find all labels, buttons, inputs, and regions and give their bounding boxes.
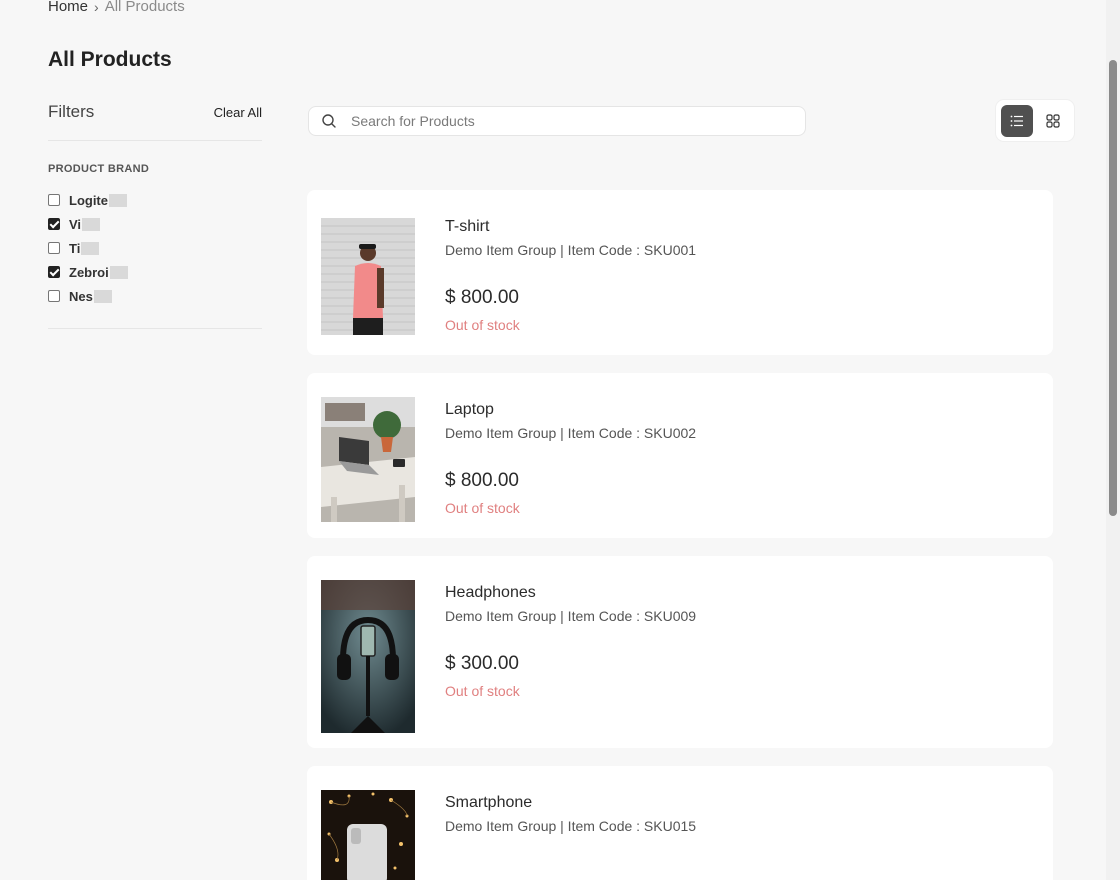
redaction-block: [82, 217, 101, 231]
stock-status: Out of stock: [445, 317, 520, 333]
product-meta: Demo Item Group | Item Code : SKU001: [445, 242, 697, 258]
clear-all-button[interactable]: Clear All: [214, 105, 262, 120]
filters-sidebar: Filters Clear All PRODUCT BRAND Logite V…: [48, 100, 262, 329]
brand-label: Logite: [69, 192, 108, 208]
product-card[interactable]: Smartphone Demo Item Group | Item Code :…: [307, 766, 1053, 880]
product-card[interactable]: T-shirt Demo Item Group | Item Code : SK…: [307, 190, 1053, 355]
grid-view-button[interactable]: [1037, 105, 1069, 137]
product-image[interactable]: [321, 790, 415, 880]
brand-checkbox[interactable]: [48, 290, 60, 302]
filters-title: Filters: [48, 102, 95, 121]
product-meta: Demo Item Group | Item Code : SKU015: [445, 818, 697, 834]
brand-checkbox[interactable]: [48, 194, 60, 206]
product-name[interactable]: Laptop: [445, 401, 696, 419]
product-info: Laptop Demo Item Group | Item Code : SKU…: [445, 401, 696, 516]
search-icon: [322, 114, 336, 128]
page-scrollbar[interactable]: [1106, 0, 1120, 880]
brand-label: Zebroi: [69, 264, 109, 280]
breadcrumb-current: All Products: [104, 0, 185, 15]
brand-filter-item[interactable]: Ti: [48, 236, 262, 260]
search-bar[interactable]: [308, 106, 806, 136]
page: Home › All Products All Products Filters…: [0, 0, 1120, 880]
brand-label: Nes: [69, 288, 93, 304]
brand-filter-item[interactable]: Zebroi: [48, 260, 262, 284]
grid-view-icon: [1046, 114, 1060, 128]
product-info: Smartphone Demo Item Group | Item Code :…: [445, 794, 696, 834]
product-meta: Demo Item Group | Item Code : SKU002: [445, 425, 697, 441]
brand-checkbox[interactable]: [48, 266, 60, 278]
brand-checkbox[interactable]: [48, 218, 60, 230]
divider: [48, 328, 262, 329]
redaction-block: [93, 289, 112, 303]
filters-header: Filters Clear All: [48, 100, 262, 124]
view-toggle: [996, 100, 1074, 141]
brand-filter-item[interactable]: Vi: [48, 212, 262, 236]
brand-label: Ti: [69, 240, 81, 256]
brand-section-title: PRODUCT BRAND: [48, 163, 150, 175]
stock-status: Out of stock: [445, 683, 520, 699]
brand-label: Vi: [69, 216, 82, 232]
product-name[interactable]: T-shirt: [445, 218, 696, 236]
brand-filter-item[interactable]: Nes: [48, 284, 262, 308]
product-brand-filter: PRODUCT BRAND Logite Vi Ti Zebroi Nes: [48, 141, 262, 328]
redaction-block: [109, 193, 127, 207]
page-title: All Products: [48, 48, 172, 71]
product-card[interactable]: Laptop Demo Item Group | Item Code : SKU…: [307, 373, 1053, 538]
product-name[interactable]: Smartphone: [445, 794, 696, 812]
brand-filter-item[interactable]: Logite: [48, 188, 262, 212]
breadcrumb: Home › All Products: [48, 0, 185, 15]
product-info: T-shirt Demo Item Group | Item Code : SK…: [445, 218, 696, 333]
brand-checkbox[interactable]: [48, 242, 60, 254]
product-card[interactable]: Headphones Demo Item Group | Item Code :…: [307, 556, 1053, 748]
breadcrumb-separator-icon: ›: [94, 0, 99, 15]
redaction-block: [109, 265, 128, 279]
breadcrumb-home-link[interactable]: Home: [48, 0, 88, 15]
product-price: $ 800.00: [445, 287, 519, 308]
product-image[interactable]: [321, 397, 415, 522]
redaction-block: [81, 241, 100, 255]
product-image[interactable]: [321, 218, 415, 335]
product-meta: Demo Item Group | Item Code : SKU009: [445, 608, 697, 624]
stock-status: Out of stock: [445, 500, 520, 516]
list-view-button[interactable]: [1001, 105, 1033, 137]
product-info: Headphones Demo Item Group | Item Code :…: [445, 584, 696, 699]
search-input[interactable]: [349, 112, 773, 130]
scrollbar-thumb[interactable]: [1109, 60, 1117, 516]
product-price: $ 300.00: [445, 653, 519, 674]
product-name[interactable]: Headphones: [445, 584, 696, 602]
product-price: $ 800.00: [445, 470, 519, 491]
list-view-icon: [1010, 115, 1023, 127]
product-image[interactable]: [321, 580, 415, 733]
